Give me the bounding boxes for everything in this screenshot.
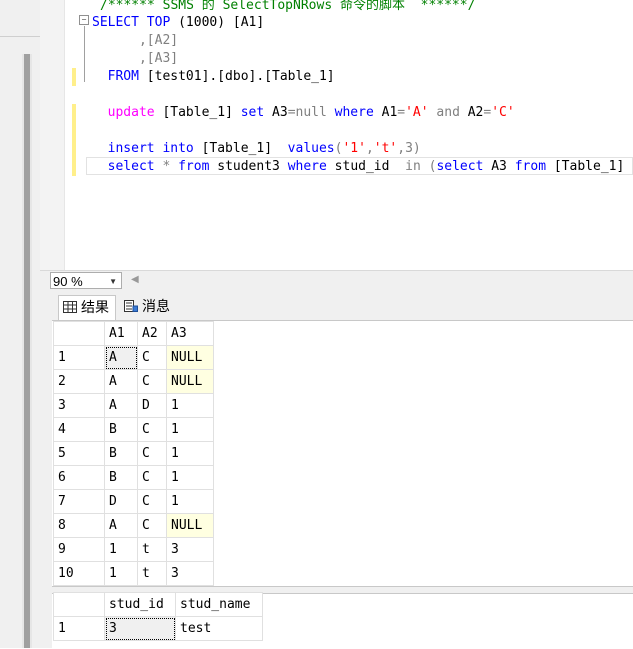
panel-separator [0,36,40,37]
grid-cell[interactable]: 1 [104,561,138,586]
table-row[interactable]: 8 A C NULL [53,513,214,538]
row-number-header[interactable] [53,592,105,617]
grid-cell[interactable]: D [137,393,167,418]
change-marker [72,104,76,176]
row-number-cell[interactable]: 8 [53,513,105,538]
table-row[interactable]: 91t3 [53,537,214,562]
table-row[interactable]: 10 1 t 3 [53,561,214,586]
grid-cell[interactable]: 1 [166,465,214,490]
results-grid-2: stud_id stud_name 1 3 test [53,592,263,641]
row-number-cell[interactable]: 1 [53,616,105,641]
grid-cell[interactable]: NULL [166,513,214,538]
scroll-left-icon[interactable]: ◀ [131,274,139,285]
grid-cell[interactable]: C [137,417,167,442]
code-line-select: select * from student3 where stud_id in … [92,159,633,174]
left-scrollbar-thumb[interactable] [24,54,30,648]
grid-cell[interactable]: NULL [166,345,214,370]
row-number-cell[interactable]: 6 [53,465,105,490]
grid-header-row: A1 A2 A3 [53,321,214,346]
zoom-select[interactable]: 90 % ▼ [50,272,122,289]
row-number-cell[interactable]: 1 [53,345,105,370]
table-row[interactable]: 2 A C NULL [53,369,214,394]
table-row[interactable]: 1 3 test [53,616,263,641]
grid-cell[interactable]: C [137,345,167,370]
grid-cell[interactable]: B [104,441,138,466]
object-explorer-edge [0,0,41,648]
code-line-1: SELECT TOP (1000) [A1] [92,15,265,30]
table-row[interactable]: 6BC1 [53,465,214,490]
table-row[interactable]: 3AD1 [53,393,214,418]
change-marker [72,68,76,86]
row-number-cell[interactable]: 10 [53,561,105,586]
zoom-value: 90 % [53,274,83,289]
grid-cell[interactable]: C [137,489,167,514]
table-row[interactable]: 4BC1 [53,417,214,442]
chevron-down-icon[interactable]: ▼ [109,273,117,290]
grid-cell[interactable]: t [137,537,167,562]
collapse-toggle-icon[interactable]: − [79,15,89,25]
code-line-3: ,[A3] [92,51,179,66]
grid-cell[interactable]: 1 [166,417,214,442]
code-line-2: ,[A2] [92,33,179,48]
code-line-insert: insert into [Table_1] values('1','t',3) [92,141,421,156]
row-number-cell[interactable]: 2 [53,369,105,394]
tab-messages[interactable]: 消息 [120,295,176,319]
table-row[interactable]: 7DC1 [53,489,214,514]
table-row[interactable]: 5BC1 [53,441,214,466]
grid-cell[interactable]: NULL [166,369,214,394]
grid-cell[interactable]: 3 [166,537,214,562]
zoom-bar [40,270,633,293]
editor-margin [40,0,65,270]
row-number-cell[interactable]: 9 [53,537,105,562]
column-header[interactable]: A3 [166,321,214,346]
code-line-comment: /****** SSMS 的 SelectTopNRows 命令的脚本 ****… [100,0,476,13]
grid-cell[interactable]: B [104,465,138,490]
grid-cell[interactable]: A [104,345,138,370]
row-number-cell[interactable]: 4 [53,417,105,442]
grid-margin [40,320,52,648]
grid-cell[interactable]: A [104,393,138,418]
grid-cell[interactable]: 1 [104,537,138,562]
row-number-header[interactable] [53,321,105,346]
grid-cell[interactable]: C [137,513,167,538]
grid-cell[interactable]: test [175,616,263,641]
grid-cell[interactable]: 3 [104,616,176,641]
column-header[interactable]: stud_name [175,592,263,617]
grid-icon [63,301,77,313]
tab-results[interactable]: 结果 [58,295,116,320]
grid-cell[interactable]: B [104,417,138,442]
grid-cell[interactable]: 1 [166,441,214,466]
row-number-cell[interactable]: 3 [53,393,105,418]
table-row[interactable]: 1 A C NULL [53,345,214,370]
outline-line [84,26,85,82]
grid-cell[interactable]: A [104,369,138,394]
grid-cell[interactable]: 1 [166,489,214,514]
grid-cell[interactable]: C [137,465,167,490]
grid-cell[interactable]: D [104,489,138,514]
grid-cell[interactable]: 1 [166,393,214,418]
tab-messages-label: 消息 [142,299,170,315]
column-header[interactable]: A2 [137,321,167,346]
row-number-cell[interactable]: 5 [53,441,105,466]
column-header[interactable]: A1 [104,321,138,346]
grid-header-row: stud_id stud_name [53,592,263,617]
grid-cell[interactable]: 3 [166,561,214,586]
messages-icon [124,300,138,312]
grid-cell[interactable]: C [137,441,167,466]
grid-cell[interactable]: C [137,369,167,394]
row-number-cell[interactable]: 7 [53,489,105,514]
results-grid-1: A1 A2 A3 1 A C NULL 2 A C NULL 3 A D 1 4 B C 1 5 B C 1 6 B C 1 7… [53,321,214,586]
grid-cell[interactable]: A [104,513,138,538]
code-line-4: FROM [test01].[dbo].[Table_1] [92,69,335,84]
column-header[interactable]: stud_id [104,592,176,617]
grid-cell[interactable]: t [137,561,167,586]
tab-results-label: 结果 [81,300,109,316]
code-line-update: update [Table_1] set A3=null where A1='A… [92,105,515,120]
